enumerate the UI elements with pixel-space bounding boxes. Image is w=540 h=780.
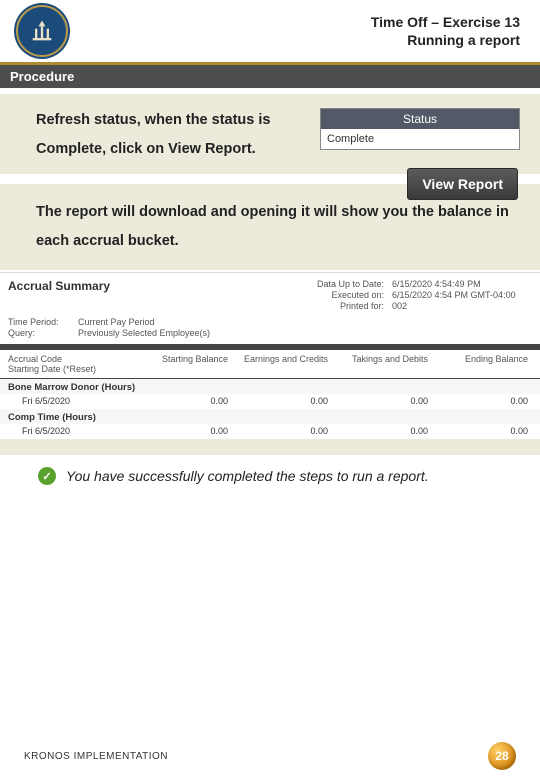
meta-label: Data Up to Date: — [304, 279, 384, 289]
step-text: Refresh status, when the status is Compl… — [36, 106, 296, 164]
col-header: Ending Balance — [428, 354, 528, 374]
table-row: Fri 6/5/2020 0.00 0.00 0.00 0.00 — [0, 424, 540, 439]
page-title: Time Off – Exercise 13 Running a report — [371, 13, 520, 49]
page-header: Time Off – Exercise 13 Running a report — [0, 0, 540, 62]
divider-beige — [0, 439, 540, 455]
cell-take: 0.00 — [328, 396, 428, 406]
cell-start: 0.00 — [138, 396, 228, 406]
success-text: You have successfully completed the step… — [66, 468, 429, 484]
col-header: Earnings and Credits — [228, 354, 328, 374]
cell-date: Fri 6/5/2020 — [8, 426, 138, 436]
report-snapshot: Accrual Summary Data Up to Date: 6/15/20… — [0, 272, 540, 439]
col-header: Starting Balance — [138, 354, 228, 374]
state-seal-icon — [16, 5, 68, 57]
title-line-1: Time Off – Exercise 13 — [371, 13, 520, 31]
note-text: The report will download and opening it … — [36, 198, 522, 256]
meta-label: Printed for: — [304, 301, 384, 311]
check-icon: ✓ — [38, 467, 56, 485]
cell-date: Fri 6/5/2020 — [8, 396, 138, 406]
status-panel: Status Complete — [320, 108, 520, 150]
meta-value: 6/15/2020 4:54:49 PM — [392, 279, 532, 289]
footer-text: KRONOS IMPLEMENTATION — [24, 751, 168, 762]
page-number-badge: 28 — [488, 742, 516, 770]
col-header: Takings and Debits — [328, 354, 428, 374]
param-label: Query: — [8, 328, 78, 338]
success-note: ✓ You have successfully completed the st… — [0, 455, 540, 485]
report-params: Time Period: Current Pay Period Query: P… — [0, 313, 540, 344]
meta-value: 6/15/2020 4:54 PM GMT-04:00 — [392, 290, 532, 300]
cell-take: 0.00 — [328, 426, 428, 436]
col-header: Accrual Code Starting Date (*Reset) — [8, 354, 138, 374]
report-title: Accrual Summary — [8, 279, 208, 311]
table-row-group: Comp Time (Hours) — [0, 409, 540, 424]
report-meta: Data Up to Date: 6/15/2020 4:54:49 PM Ex… — [304, 279, 532, 311]
table-row: Fri 6/5/2020 0.00 0.00 0.00 0.00 — [0, 394, 540, 409]
cell-earn: 0.00 — [228, 396, 328, 406]
table-row-group: Bone Marrow Donor (Hours) — [0, 379, 540, 394]
param-value: Current Pay Period — [78, 317, 532, 327]
cell-end: 0.00 — [428, 426, 528, 436]
param-label: Time Period: — [8, 317, 78, 327]
page-footer: KRONOS IMPLEMENTATION 28 — [0, 742, 540, 770]
param-value: Previously Selected Employee(s) — [78, 328, 532, 338]
cell-start: 0.00 — [138, 426, 228, 436]
status-header: Status — [321, 109, 519, 129]
meta-value: 002 — [392, 301, 532, 311]
meta-label: Executed on: — [304, 290, 384, 300]
cell-earn: 0.00 — [228, 426, 328, 436]
cell-end: 0.00 — [428, 396, 528, 406]
report-column-headers: Accrual Code Starting Date (*Reset) Star… — [0, 350, 540, 378]
status-value: Complete — [321, 129, 519, 149]
view-report-button[interactable]: View Report — [407, 168, 518, 200]
procedure-heading: Procedure — [0, 65, 540, 88]
title-line-2: Running a report — [371, 31, 520, 49]
